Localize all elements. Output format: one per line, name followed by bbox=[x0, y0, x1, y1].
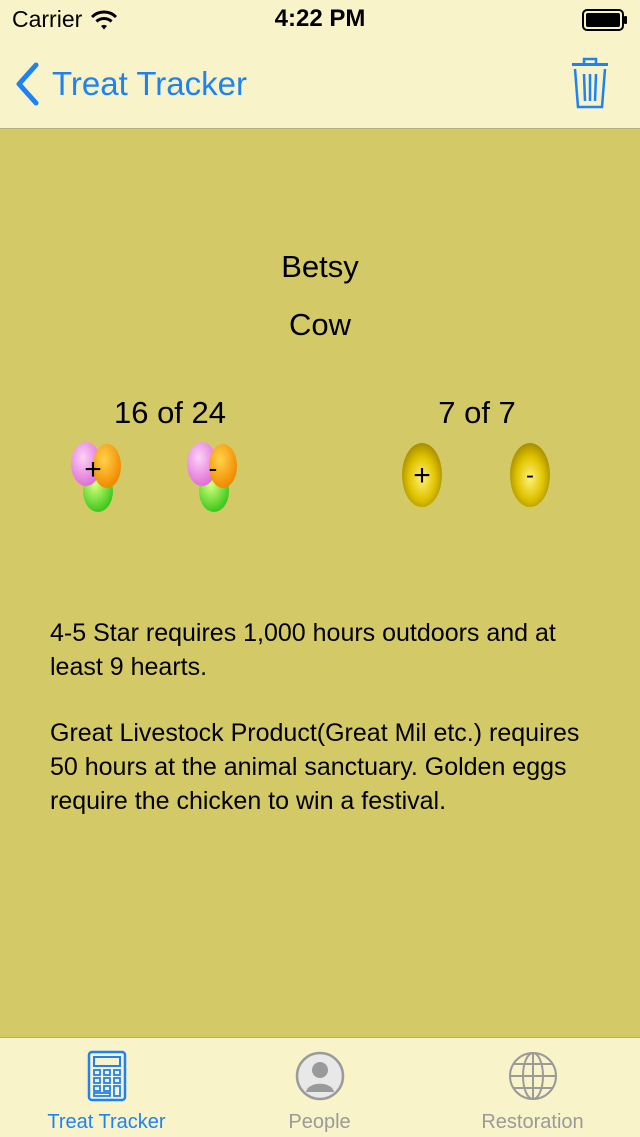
hearts-plus-button[interactable]: + bbox=[68, 439, 128, 519]
tab-label: Restoration bbox=[481, 1111, 584, 1133]
minus-symbol: - bbox=[209, 453, 218, 483]
tab-label: Treat Tracker bbox=[47, 1111, 166, 1133]
plus-symbol: + bbox=[413, 459, 431, 492]
top-bar: Carrier 4:22 PM Treat Tracker bbox=[0, 0, 640, 129]
calculator-icon bbox=[87, 1050, 126, 1102]
chevron-left-icon bbox=[16, 62, 39, 106]
animal-type: Cow bbox=[288, 307, 351, 342]
hearts-minus-button[interactable]: - bbox=[184, 439, 244, 519]
tab-bar: Treat Tracker People Restoration bbox=[0, 1037, 640, 1137]
tab-label: People bbox=[288, 1111, 351, 1133]
plus-symbol: + bbox=[84, 453, 102, 486]
info-paragraph-stars: 4-5 Star requires 1,000 hours outdoors a… bbox=[50, 619, 556, 681]
person-icon bbox=[295, 1051, 344, 1101]
battery-icon bbox=[582, 9, 627, 31]
info-paragraph-products: Great Livestock Product(Great Mil etc.) … bbox=[50, 719, 580, 815]
main-content: Betsy Cow 16 of 24 7 of 7 + - + - 4-5 St… bbox=[0, 129, 640, 1037]
nav-bar: Treat Tracker bbox=[0, 40, 640, 128]
tab-people[interactable]: People bbox=[213, 1038, 426, 1137]
back-button[interactable]: Treat Tracker bbox=[14, 62, 247, 106]
minus-symbol: - bbox=[526, 462, 534, 489]
tab-treat-tracker[interactable]: Treat Tracker bbox=[0, 1038, 213, 1137]
animal-name: Betsy bbox=[281, 249, 359, 284]
status-time: 4:22 PM bbox=[274, 5, 366, 32]
status-bar: Carrier 4:22 PM bbox=[0, 0, 640, 40]
stars-plus-button[interactable]: + bbox=[400, 441, 444, 509]
hearts-counter: 16 of 24 bbox=[113, 395, 227, 430]
tab-restoration[interactable]: Restoration bbox=[426, 1038, 639, 1137]
back-button-label: Treat Tracker bbox=[52, 65, 247, 102]
globe-icon bbox=[508, 1052, 557, 1100]
stars-counter: 7 of 7 bbox=[438, 395, 516, 430]
stars-minus-button[interactable]: - bbox=[508, 441, 552, 509]
trash-icon[interactable] bbox=[570, 56, 610, 110]
